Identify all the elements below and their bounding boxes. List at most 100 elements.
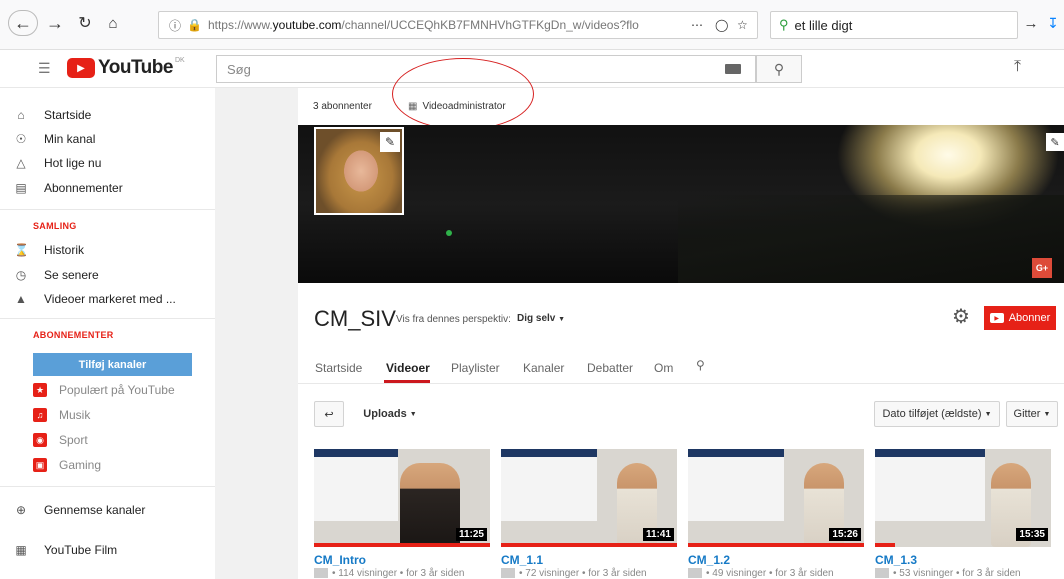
search-icon: ⚲ (773, 60, 785, 77)
keyboard-icon[interactable] (725, 64, 741, 74)
tab-playlister[interactable]: Playlister (451, 361, 500, 375)
perspective-value: Dig selv (517, 313, 556, 324)
sidebar-item-label: Gennemse kanaler (44, 503, 146, 517)
video-duration: 15:26 (829, 528, 861, 541)
sidebar-item-label: Abonnementer (44, 181, 123, 195)
plus-circle-icon: ⊕ (15, 503, 27, 517)
add-channels-button[interactable]: Tilføj kanaler (33, 353, 192, 376)
browser-search-field[interactable]: ⚲ et lille digt (770, 11, 1018, 39)
forward-button[interactable]: → (44, 10, 66, 36)
watched-progress (688, 543, 864, 547)
downloads-button[interactable]: ↧ (1044, 10, 1062, 36)
search-button[interactable]: ⚲ (756, 55, 802, 83)
video-title[interactable]: CM_1.1 (501, 553, 543, 567)
perspective-dropdown[interactable]: Dig selv ▼ (517, 313, 565, 324)
tab-videoer[interactable]: Videoer (386, 361, 430, 375)
search-engine-icon: ⚲ (779, 17, 789, 32)
url-prefix: https://www. (207, 18, 273, 32)
url-domain: youtube.com (272, 18, 342, 32)
logo-text: YouTube (98, 57, 173, 78)
logo-country: DK (174, 57, 185, 64)
gaming-icon: ▣ (33, 458, 47, 472)
settings-gear-icon[interactable]: ⚙ (952, 304, 970, 329)
menu-icon[interactable]: ☰ (38, 60, 51, 77)
subscribe-label: Abonner (1008, 312, 1051, 324)
youtube-logo[interactable]: ▶ YouTube DK (67, 57, 185, 79)
channel-item-musik[interactable]: ♫ Musik (0, 403, 215, 427)
video-thumbnail[interactable]: 15:35 (875, 449, 1051, 547)
youtube-header: ☰ ▶ YouTube DK Søg ⚲ ⤒ (0, 50, 1064, 88)
divider (0, 486, 215, 487)
info-icon[interactable]: ⓘ (169, 17, 181, 34)
subscriber-count: 3 abonnenter (313, 101, 372, 112)
tab-startside[interactable]: Startside (315, 361, 362, 375)
video-meta: • 72 visninger • for 3 år siden (501, 568, 647, 579)
upload-icon[interactable]: ⤒ (1014, 58, 1021, 76)
sidebar-item-abonnementer[interactable]: ▤ Abonnementer (0, 176, 215, 200)
slide-preview (314, 449, 398, 521)
light-dot (446, 230, 452, 236)
url-path: /channel/UCCEQhKB7FMNHVhGTFKgDn_w/videos… (341, 18, 639, 32)
home-button[interactable]: ⌂ (102, 10, 124, 36)
url-bar[interactable]: ⓘ 🔒 https://www. youtube.com/channel/UCCE… (158, 11, 758, 39)
video-title[interactable]: CM_Intro (314, 553, 366, 567)
back-button[interactable]: ← (8, 10, 38, 36)
tab-om[interactable]: Om (654, 361, 673, 375)
uploads-label: Uploads (363, 408, 407, 420)
google-plus-icon[interactable]: G+ (1032, 258, 1052, 278)
channel-search-icon[interactable]: ⚲ (696, 358, 705, 372)
subscribe-button[interactable]: ▶ Abonner (984, 306, 1056, 330)
sidebar-item-historik[interactable]: ⌛ Historik (0, 238, 215, 262)
channel-item-sport[interactable]: ◉ Sport (0, 428, 215, 452)
video-meta-text: • 72 visninger • for 3 år siden (519, 568, 647, 579)
search-placeholder: Søg (227, 61, 251, 77)
account-icon: ☉ (15, 132, 27, 146)
channel-item-popular[interactable]: ★ Populært på YouTube (0, 378, 215, 402)
sidebar-item-label: Videoer markeret med ... (44, 292, 176, 306)
channel-banner: ✎ G+ (298, 125, 1064, 283)
grid-dropdown[interactable]: Gitter ▼ (1006, 401, 1058, 427)
uploads-dropdown[interactable]: Uploads ▼ (358, 401, 422, 427)
chevron-down-icon: ▼ (558, 316, 566, 323)
sidebar-item-min-kanal[interactable]: ☉ Min kanal (0, 127, 215, 151)
divider (0, 209, 215, 210)
video-title[interactable]: CM_1.3 (875, 553, 917, 567)
sort-dropdown[interactable]: Dato tilføjet (ældste) ▼ (874, 401, 1000, 427)
tab-kanaler[interactable]: Kanaler (523, 361, 564, 375)
slide-preview (501, 449, 597, 521)
star-icon: ★ (33, 383, 47, 397)
captions-icon (501, 568, 515, 579)
pocket-icon[interactable]: ◯ (715, 18, 728, 32)
page-actions-icon[interactable]: ⋯ (691, 18, 703, 32)
edit-avatar-icon[interactable]: ✎ (380, 132, 400, 152)
tab-debatter[interactable]: Debatter (587, 361, 633, 375)
film-icon: ▦ (15, 543, 27, 557)
sort-label: Dato tilføjet (ældste) (882, 408, 982, 420)
chevron-down-icon: ▼ (984, 410, 992, 418)
bookmark-star-icon[interactable]: ☆ (737, 18, 748, 32)
sidebar-item-se-senere[interactable]: ◷ Se senere (0, 263, 215, 287)
chevron-down-icon: ▼ (1043, 410, 1051, 418)
video-meta: • 114 visninger • for 3 år siden (314, 568, 464, 579)
edit-banner-icon[interactable]: ✎ (1046, 133, 1064, 151)
video-meta-text: • 114 visninger • for 3 år siden (332, 568, 465, 579)
captions-icon (314, 568, 328, 579)
video-thumbnail[interactable]: 11:41 (501, 449, 677, 547)
search-go-button[interactable]: → (1020, 10, 1042, 36)
video-thumbnail[interactable]: 15:26 (688, 449, 864, 547)
back-arrow-button[interactable]: ↩ (314, 401, 344, 427)
video-thumbnail[interactable]: 11:25 (314, 449, 490, 547)
sidebar-item-browse-channels[interactable]: ⊕ Gennemse kanaler (0, 498, 215, 522)
browser-toolbar: ← → ↻ ⌂ ⓘ 🔒 https://www. youtube.com/chan… (0, 0, 1064, 50)
sidebar-item-liked[interactable]: ▲ Videoer markeret med ... (0, 287, 215, 311)
hourglass-icon: ⌛ (14, 243, 29, 257)
thumbs-up-icon: ▲ (15, 292, 27, 306)
channel-item-gaming[interactable]: ▣ Gaming (0, 453, 215, 477)
sidebar-item-hot[interactable]: △ Hot lige nu (0, 151, 215, 175)
video-title[interactable]: CM_1.2 (688, 553, 730, 567)
video-duration: 11:41 (642, 528, 674, 541)
watched-progress (314, 543, 490, 547)
reload-button[interactable]: ↻ (74, 10, 96, 36)
sidebar-item-youtube-film[interactable]: ▦ YouTube Film (0, 538, 215, 562)
sidebar-item-startside[interactable]: ⌂ Startside (0, 103, 215, 127)
